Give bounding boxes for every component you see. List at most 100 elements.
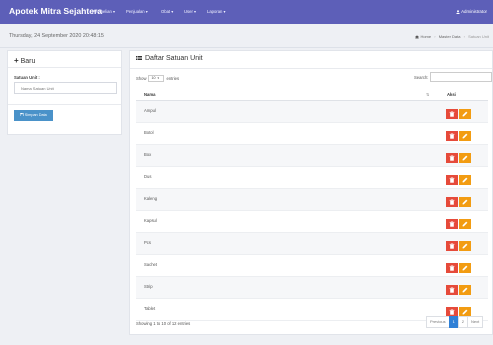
nav-menu-user[interactable]: User ▾: [184, 9, 196, 14]
entries-length-control: Show 10 ▾ entries: [136, 75, 179, 82]
table-title-text: Daftar Satuan Unit: [145, 55, 203, 62]
user-menu[interactable]: Administrator: [456, 9, 487, 14]
user-name: Administrator: [461, 9, 487, 14]
unit-name-cell: Dus: [144, 174, 152, 179]
unit-name-cell: Pcs: [144, 240, 151, 245]
show-label: Show: [136, 76, 147, 81]
unit-name-cell: Ampul: [144, 108, 156, 113]
save-icon: [20, 112, 24, 117]
entries-label: entries: [166, 76, 180, 81]
current-datetime: Thursday, 24 September 2020 20:48:15: [9, 33, 104, 39]
save-button[interactable]: Simpan Data: [14, 110, 53, 121]
table-row: Kapsul: [136, 211, 488, 233]
save-button-label: Simpan Data: [24, 113, 47, 117]
page-subheader: Thursday, 24 September 2020 20:48:15 Hom…: [0, 24, 493, 48]
nav-menu-laporan[interactable]: Laporan ▾: [207, 9, 226, 14]
new-unit-form-card: + Baru Satuan Unit : Simpan Data: [7, 50, 122, 135]
delete-button[interactable]: [446, 219, 458, 229]
edit-button[interactable]: [459, 263, 471, 273]
trash-icon: [449, 265, 455, 271]
unit-list-card: Daftar Satuan Unit Show 10 ▾ entries Sea…: [129, 50, 493, 335]
delete-button[interactable]: [446, 285, 458, 295]
table-body: Ampul Botol Box Dus Kaleng Kapsul Pcs Sachet Str…: [136, 101, 488, 321]
unit-name-cell: Kaleng: [144, 196, 158, 201]
delete-button[interactable]: [446, 175, 458, 185]
unit-name-cell: Botol: [144, 130, 154, 135]
delete-button[interactable]: [446, 263, 458, 273]
edit-button[interactable]: [459, 153, 471, 163]
delete-button[interactable]: [446, 131, 458, 141]
table-row: Sachet: [136, 255, 488, 277]
nav-menu-obat[interactable]: Obat ▾: [161, 9, 173, 14]
unit-name-cell: Strip: [144, 284, 153, 289]
table-info: Showing 1 to 10 of 12 entries: [136, 321, 191, 326]
breadcrumb-current: Satuan Unit: [468, 34, 489, 39]
edit-button[interactable]: [459, 197, 471, 207]
edit-button[interactable]: [459, 131, 471, 141]
unit-name-cell: Sachet: [144, 262, 158, 267]
trash-icon: [449, 309, 455, 315]
edit-icon: [462, 111, 468, 117]
top-navbar: Apotek Mitra Sejahtera Pembelian ▾ Penju…: [0, 0, 493, 24]
table-row: Ampul: [136, 101, 488, 123]
app-brand[interactable]: Apotek Mitra Sejahtera: [9, 6, 102, 16]
breadcrumb-separator: ›: [434, 34, 436, 39]
edit-icon: [462, 287, 468, 293]
form-title: + Baru: [14, 56, 35, 65]
edit-button[interactable]: [459, 285, 471, 295]
nav-menu-pembelian[interactable]: Pembelian ▾: [92, 9, 115, 14]
edit-icon: [462, 243, 468, 249]
table-row: Dus: [136, 167, 488, 189]
unit-name-cell: Box: [144, 152, 152, 157]
trash-icon: [449, 155, 455, 161]
delete-button[interactable]: [446, 197, 458, 207]
breadcrumb: Home › Master Data › Satuan Unit: [415, 34, 489, 39]
form-title-text: Baru: [20, 58, 36, 65]
column-header-nama[interactable]: Nama: [144, 92, 155, 97]
table-row: Strip: [136, 277, 488, 299]
edit-icon: [462, 155, 468, 161]
delete-button[interactable]: [446, 109, 458, 119]
unit-name-cell: Tablet: [144, 306, 156, 311]
form-divider: [8, 104, 121, 105]
edit-icon: [462, 265, 468, 271]
entries-select-value: 10: [151, 76, 156, 80]
unit-name-cell: Kapsul: [144, 218, 157, 223]
breadcrumb-separator: ›: [463, 34, 465, 39]
trash-icon: [449, 133, 455, 139]
edit-button[interactable]: [459, 241, 471, 251]
unit-name-input[interactable]: [14, 82, 117, 94]
breadcrumb-master-data[interactable]: Master Data: [439, 34, 461, 39]
trash-icon: [449, 243, 455, 249]
sort-icon[interactable]: ⇅: [426, 92, 429, 97]
edit-icon: [462, 133, 468, 139]
pagination: Previous 1 2 Next: [426, 316, 484, 328]
pagination-previous[interactable]: Previous: [426, 316, 450, 328]
column-header-aksi: Aksi: [447, 92, 456, 97]
edit-button[interactable]: [459, 219, 471, 229]
nav-menu-penjualan[interactable]: Penjualan ▾: [126, 9, 148, 14]
delete-button[interactable]: [446, 241, 458, 251]
trash-icon: [449, 221, 455, 227]
search-input[interactable]: [430, 72, 492, 82]
unit-name-label: Satuan Unit :: [14, 75, 40, 80]
edit-icon: [462, 177, 468, 183]
table-card-divider: [130, 68, 492, 69]
breadcrumb-home[interactable]: Home: [420, 34, 431, 39]
edit-button[interactable]: [459, 109, 471, 119]
table-row: Pcs: [136, 233, 488, 255]
edit-icon: [462, 221, 468, 227]
table-icon: [136, 56, 142, 60]
trash-icon: [449, 287, 455, 293]
delete-button[interactable]: [446, 153, 458, 163]
home-icon: [415, 34, 420, 39]
table-row: Kaleng: [136, 189, 488, 211]
table-title: Daftar Satuan Unit: [136, 55, 203, 62]
trash-icon: [449, 177, 455, 183]
edit-icon: [462, 309, 468, 315]
pagination-next[interactable]: Next: [467, 316, 484, 328]
entries-select[interactable]: 10 ▾: [148, 75, 165, 82]
search-label: Search:: [414, 75, 429, 80]
edit-button[interactable]: [459, 175, 471, 185]
chevron-down-icon: ▾: [157, 76, 159, 80]
